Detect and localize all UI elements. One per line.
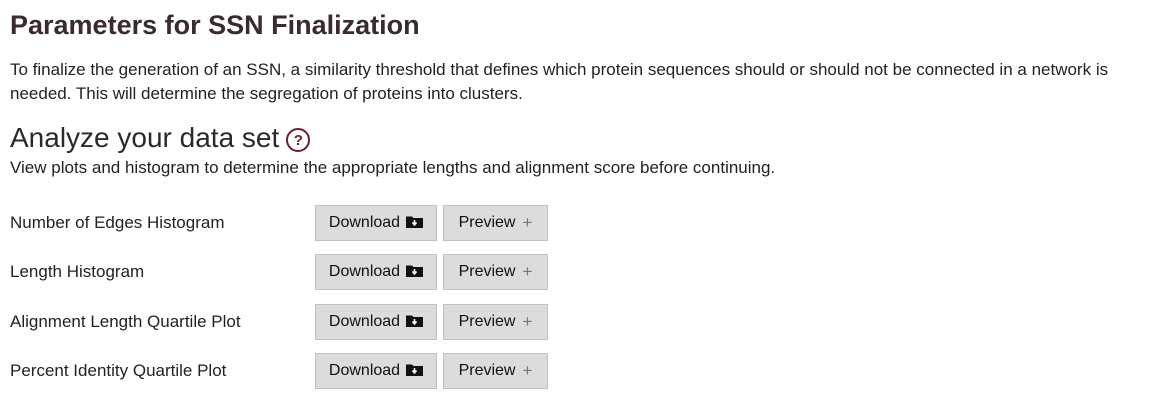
plot-label: Percent Identity Quartile Plot <box>10 361 227 380</box>
folder-download-icon <box>406 363 424 376</box>
download-label: Download <box>328 263 401 280</box>
preview-button[interactable]: Preview + <box>443 304 548 340</box>
plot-row-length-histogram: Length Histogram Download Preview + <box>10 254 570 290</box>
plot-label: Number of Edges Histogram <box>10 213 225 232</box>
download-button[interactable]: Download <box>315 205 437 241</box>
plot-row-edges-histogram: Number of Edges Histogram Download Previ… <box>10 205 570 241</box>
download-button[interactable]: Download <box>315 304 437 340</box>
plus-icon: + <box>522 262 533 281</box>
folder-download-icon <box>406 314 424 327</box>
plus-icon: + <box>522 312 533 331</box>
analyze-section-title: Analyze your data set ? <box>10 119 311 157</box>
folder-download-icon <box>406 215 424 228</box>
plot-label: Alignment Length Quartile Plot <box>10 312 241 331</box>
download-label: Download <box>328 214 401 231</box>
preview-label: Preview <box>458 214 516 231</box>
preview-label: Preview <box>458 263 516 280</box>
analyze-title-text: Analyze your data set <box>10 122 280 153</box>
plus-icon: + <box>522 213 533 232</box>
folder-download-icon <box>406 264 424 277</box>
download-label: Download <box>328 362 401 379</box>
preview-label: Preview <box>458 362 516 379</box>
preview-label: Preview <box>458 313 516 330</box>
plus-icon: + <box>522 361 533 380</box>
preview-button[interactable]: Preview + <box>443 254 548 290</box>
plot-label: Length Histogram <box>10 262 145 281</box>
plot-row-percent-identity-quartile: Percent Identity Quartile Plot Download … <box>10 353 570 389</box>
download-button[interactable]: Download <box>315 353 437 389</box>
plot-row-alignment-length-quartile: Alignment Length Quartile Plot Download … <box>10 304 570 340</box>
help-icon[interactable]: ? <box>286 128 311 152</box>
download-button[interactable]: Download <box>315 254 437 290</box>
analyze-description: View plots and histogram to determine th… <box>10 158 776 177</box>
intro-text: To finalize the generation of an SSN, a … <box>10 60 1109 103</box>
download-label: Download <box>328 313 401 330</box>
preview-button[interactable]: Preview + <box>443 353 548 389</box>
preview-button[interactable]: Preview + <box>443 205 548 241</box>
page-title: Parameters for SSN Finalization <box>10 10 420 40</box>
